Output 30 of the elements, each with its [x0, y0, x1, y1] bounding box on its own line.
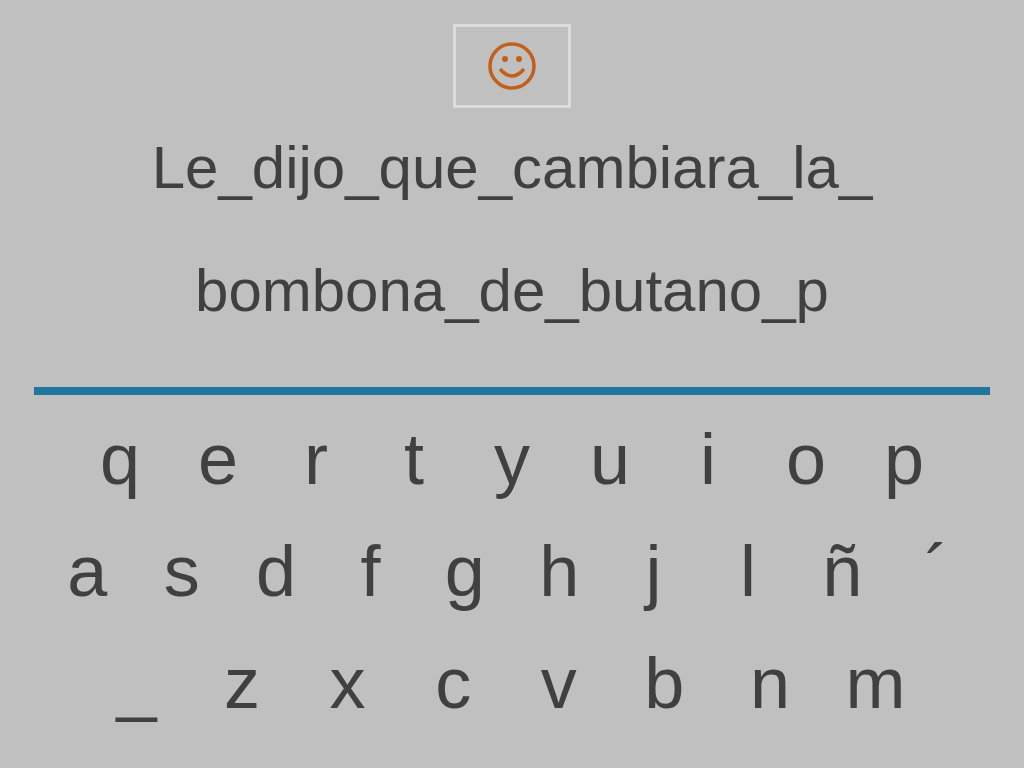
- letter-key[interactable]: n: [717, 641, 823, 725]
- letter-key[interactable]: c: [400, 641, 506, 725]
- letter-key[interactable]: o: [757, 417, 855, 501]
- letter-key[interactable]: r: [267, 417, 365, 501]
- letter-key[interactable]: x: [294, 641, 401, 725]
- letter-key[interactable]: e: [169, 417, 267, 501]
- letter-key[interactable]: q: [71, 417, 169, 501]
- letter-key[interactable]: u: [561, 417, 659, 501]
- letter-key[interactable]: g: [417, 529, 512, 613]
- letter-key[interactable]: b: [611, 641, 718, 725]
- letter-key[interactable]: j: [606, 529, 701, 613]
- letter-key[interactable]: m: [822, 641, 929, 725]
- letter-key[interactable]: _: [83, 641, 190, 725]
- letter-key[interactable]: i: [659, 417, 757, 501]
- letter-key[interactable]: p: [855, 417, 953, 501]
- letter-key[interactable]: a: [40, 529, 135, 613]
- letter-key[interactable]: z: [189, 641, 295, 725]
- letter-key[interactable]: ´: [889, 529, 984, 613]
- letter-key[interactable]: t: [365, 417, 463, 501]
- letter-key[interactable]: l: [700, 529, 796, 613]
- phrase-text: bombona_de_butano_p: [195, 257, 829, 324]
- letter-key[interactable]: f: [323, 529, 418, 613]
- letter-key[interactable]: ñ: [795, 529, 890, 613]
- letter-key[interactable]: v: [506, 641, 612, 725]
- phrase-text: Le_dijo_que_cambiara_la_: [151, 134, 873, 201]
- letter-key[interactable]: h: [512, 529, 607, 613]
- smiley-icon: [487, 41, 537, 91]
- letter-key[interactable]: s: [134, 529, 229, 613]
- letter-key[interactable]: y: [463, 417, 561, 501]
- letter-key[interactable]: d: [228, 529, 324, 613]
